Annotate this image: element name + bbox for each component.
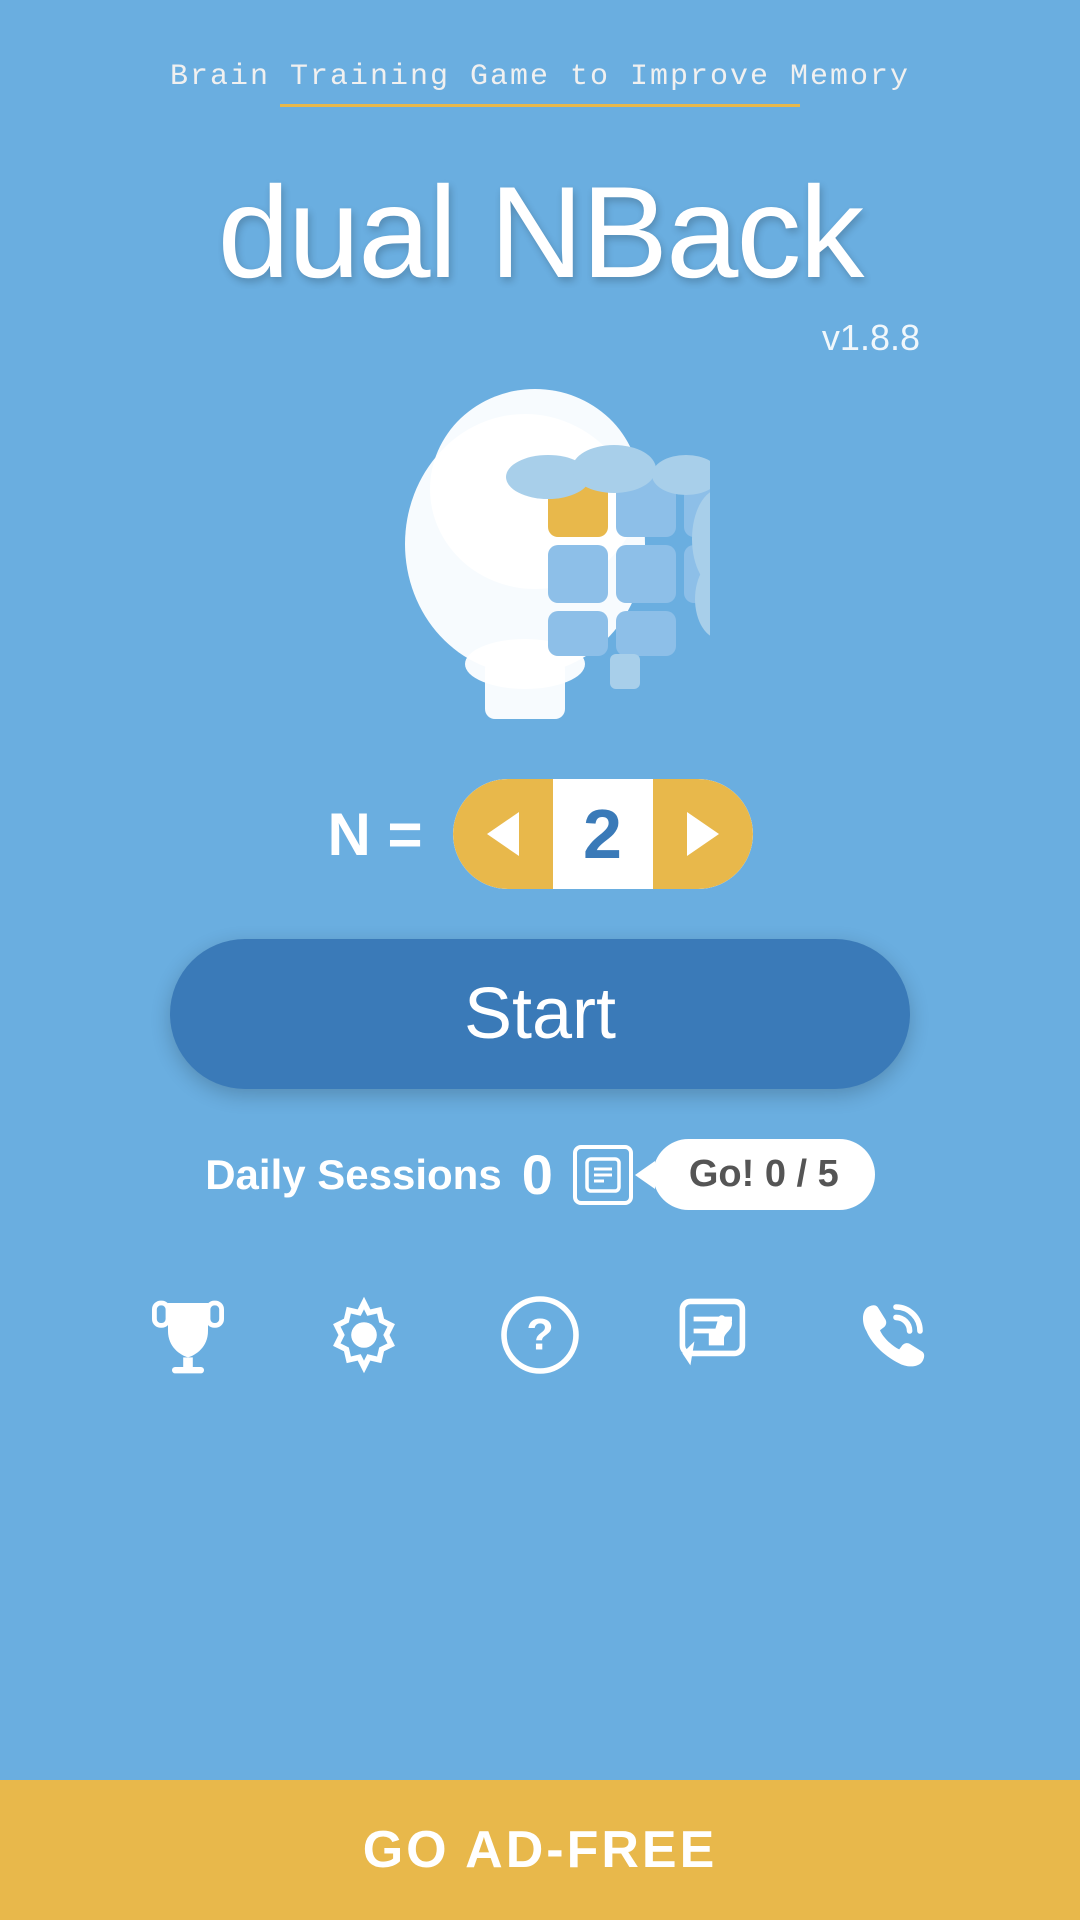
- help-button[interactable]: ?: [495, 1290, 585, 1380]
- version-label: v1.8.8: [822, 317, 920, 359]
- app-title: dual NBack: [218, 157, 863, 307]
- go-bubble[interactable]: Go! 0 / 5: [653, 1139, 875, 1210]
- bottom-nav: ?: [40, 1270, 1040, 1400]
- start-button[interactable]: Start: [170, 939, 910, 1089]
- main-content: Brain Training Game to Improve Memory du…: [0, 0, 1080, 1780]
- subtitle: Brain Training Game to Improve Memory: [170, 60, 910, 94]
- brain-illustration: [370, 389, 710, 729]
- feedback-button[interactable]: [671, 1290, 761, 1380]
- daily-sessions-label: Daily Sessions: [205, 1151, 501, 1199]
- ad-banner-label: GO AD-FREE: [363, 1820, 718, 1880]
- daily-sessions: Daily Sessions 0 Go! 0 / 5: [205, 1139, 875, 1210]
- n-selector: N = 2: [327, 779, 752, 889]
- sessions-icon[interactable]: [573, 1145, 633, 1205]
- n-increment-button[interactable]: [653, 779, 753, 889]
- left-arrow-icon: [487, 812, 519, 856]
- n-control: 2: [453, 779, 753, 889]
- ad-banner[interactable]: GO AD-FREE: [0, 1780, 1080, 1920]
- n-label: N =: [327, 800, 422, 869]
- trophy-button[interactable]: [143, 1290, 233, 1380]
- phone-button[interactable]: [847, 1290, 937, 1380]
- n-decrement-button[interactable]: [453, 779, 553, 889]
- subtitle-underline: [280, 104, 800, 107]
- right-arrow-icon: [687, 812, 719, 856]
- daily-sessions-count: 0: [522, 1142, 553, 1207]
- n-value: 2: [553, 794, 653, 874]
- svg-text:?: ?: [526, 1309, 553, 1359]
- settings-button[interactable]: [319, 1290, 409, 1380]
